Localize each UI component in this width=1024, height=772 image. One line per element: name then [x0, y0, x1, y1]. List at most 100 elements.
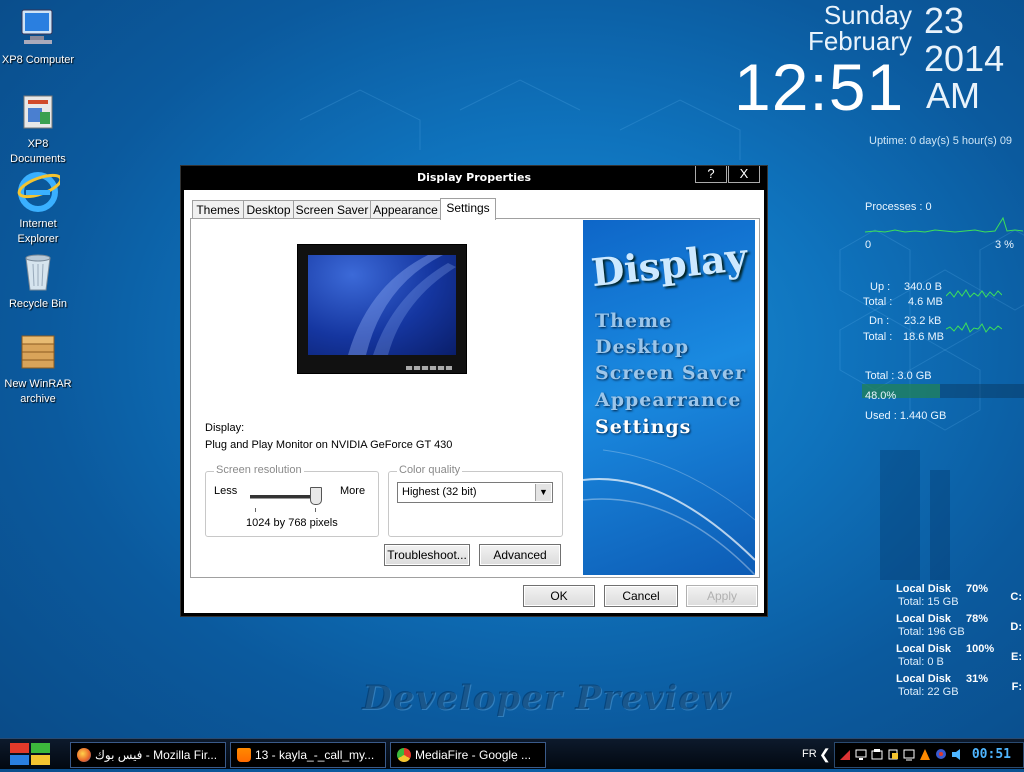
color-quality-title: Color quality — [397, 464, 463, 476]
cpu-graph — [865, 216, 1023, 233]
net-up-total: 4.6 MB — [908, 296, 943, 308]
taskbar: فيس بوك - Mozilla Fir... 13 - kayla_-_ca… — [0, 738, 1024, 769]
desktop-icon-winrar-archive[interactable]: New WinRAR archive — [0, 330, 76, 407]
help-button[interactable]: ? — [695, 166, 727, 183]
desktop-icon-label: Recycle Bin — [8, 298, 68, 310]
disk-label: Local Disk — [896, 673, 952, 685]
cancel-button[interactable]: Cancel — [604, 585, 678, 607]
safely-remove-icon[interactable] — [887, 748, 899, 761]
display-label: Display: — [205, 422, 245, 434]
desktop-icon-label: XP8 Computer — [1, 54, 75, 66]
speaker-icon[interactable] — [951, 748, 963, 761]
dialog-body: Themes Desktop Screen Saver Appearance S… — [184, 190, 764, 613]
banner-item-settings: Settings — [595, 416, 692, 438]
disk-percent: 70% — [966, 583, 989, 595]
tab-screen-saver[interactable]: Screen Saver — [293, 200, 371, 219]
documents-icon — [16, 90, 60, 134]
chevron-down-icon[interactable]: ▼ — [535, 484, 551, 501]
banner-item-theme: Theme — [595, 310, 673, 332]
desktop-icon-documents[interactable]: XP8 Documents — [0, 90, 76, 167]
tab-themes[interactable]: Themes — [192, 200, 244, 219]
windows-logo-icon — [10, 743, 50, 765]
device-icon[interactable] — [871, 748, 883, 761]
disk-total: Total: 22 GB — [898, 686, 959, 698]
disk-percent: 78% — [966, 613, 989, 625]
language-indicator[interactable]: FR — [802, 739, 817, 769]
net-up-total-label: Total : — [863, 296, 893, 308]
monitor-screen — [308, 255, 456, 355]
desktop-icon-recycle-bin[interactable]: Recycle Bin — [0, 250, 76, 312]
display-properties-dialog: Display Properties ? X Themes Desktop Sc… — [181, 166, 767, 616]
net-down-graph — [946, 321, 1002, 333]
disk-percent: 31% — [966, 673, 989, 685]
disk-label: Local Disk — [896, 643, 952, 655]
disk-drive-letter: F: — [1011, 681, 1022, 693]
clock-weekday: Sunday — [823, 0, 912, 30]
color-quality-select[interactable]: Highest (32 bit) ▼ — [397, 482, 553, 503]
disk-item-d: Local Disk 78% Total: 196 GB D: — [896, 613, 1024, 641]
taskbar-button-firefox[interactable]: فيس بوك - Mozilla Fir... — [70, 742, 226, 768]
net-up-value: 340.0 B — [904, 281, 942, 293]
desktop-icon-label: New WinRAR archive — [4, 378, 72, 405]
resolution-more-label: More — [340, 485, 366, 497]
disk-item-e: Local Disk 100% Total: 0 B E: — [896, 643, 1024, 671]
apply-button[interactable]: Apply — [686, 585, 758, 607]
tray-clock[interactable]: 00:51 — [972, 743, 1011, 767]
resolution-value: 1024 by 768 pixels — [246, 517, 338, 529]
start-button[interactable] — [8, 741, 52, 767]
slider-tick — [315, 508, 316, 512]
color-quality-value: Highest (32 bit) — [402, 486, 477, 498]
taskbar-button-vlc[interactable]: 13 - kayla_-_call_my... — [230, 742, 386, 768]
resolution-slider-thumb[interactable] — [310, 487, 322, 505]
vlc-tray-icon[interactable] — [919, 748, 931, 761]
clock-day-year: 23 2014 — [924, 2, 1016, 78]
monitor-preview — [297, 244, 467, 374]
display-icon[interactable] — [855, 748, 867, 761]
taskbar-button-chrome[interactable]: MediaFire - Google ... — [390, 742, 546, 768]
disk-label: Local Disk — [896, 583, 952, 595]
cpu-max-label: 3 % — [995, 239, 1014, 251]
disk-item-f: Local Disk 31% Total: 22 GB F: — [896, 673, 1024, 701]
disk-drive-letter: D: — [1010, 621, 1022, 633]
net-down-total-label: Total : — [863, 331, 893, 343]
memory-total: Total : 3.0 GB — [865, 370, 932, 382]
dialog-title: Display Properties — [416, 171, 532, 184]
processes-label: Processes : 0 — [865, 201, 932, 213]
banner-item-appearance: Appearrance — [595, 389, 742, 411]
tray-expand-chevron-icon[interactable]: ❮ — [819, 739, 831, 769]
clock-year: 2014 — [924, 38, 1005, 79]
network-icon[interactable] — [839, 748, 851, 761]
disk-total: Total: 15 GB — [898, 596, 959, 608]
troubleshoot-button[interactable]: Troubleshoot... — [384, 544, 470, 566]
banner-item-desktop: Desktop — [595, 336, 690, 358]
settings-panel: Display: Plug and Play Monitor on NVIDIA… — [190, 218, 760, 578]
advanced-button[interactable]: Advanced — [479, 544, 561, 566]
memory-used: Used : 1.440 GB — [865, 410, 947, 422]
tab-desktop[interactable]: Desktop — [243, 200, 294, 219]
security-icon[interactable] — [935, 748, 947, 761]
net-down-label: Dn : — [869, 315, 890, 327]
tab-settings[interactable]: Settings — [440, 198, 496, 220]
net-down-total: 18.6 MB — [903, 331, 944, 343]
taskbar-button-label: 13 - kayla_-_call_my... — [255, 748, 375, 762]
computer-icon — [16, 6, 60, 50]
disk-label: Local Disk — [896, 613, 952, 625]
monitor-indicator-lights — [406, 366, 452, 370]
net-up-graph — [946, 289, 1002, 298]
desktop-icon-internet-explorer[interactable]: Internet Explorer — [0, 170, 76, 247]
resolution-less-label: Less — [214, 485, 238, 497]
close-button[interactable]: X — [728, 166, 760, 183]
tab-appearance[interactable]: Appearance — [370, 200, 441, 219]
taskbar-button-label: فيس بوك - Mozilla Fir... — [95, 748, 218, 762]
desktop-icon-computer[interactable]: XP8 Computer — [0, 6, 76, 68]
developer-preview-watermark: Developer Preview — [362, 678, 731, 718]
taskbar-button-label: MediaFire - Google ... — [415, 748, 532, 762]
ok-button[interactable]: OK — [523, 585, 595, 607]
disk-item-c: Local Disk 70% Total: 15 GB C: — [896, 583, 1024, 611]
vlc-icon — [237, 747, 251, 762]
net-down-value: 23.2 kB — [904, 315, 942, 327]
monitor-icon[interactable] — [903, 748, 915, 761]
clock-day: 23 — [924, 0, 965, 41]
display-side-banner: Display Theme Desktop Screen Saver Appea… — [583, 220, 755, 575]
firefox-icon — [77, 747, 91, 762]
